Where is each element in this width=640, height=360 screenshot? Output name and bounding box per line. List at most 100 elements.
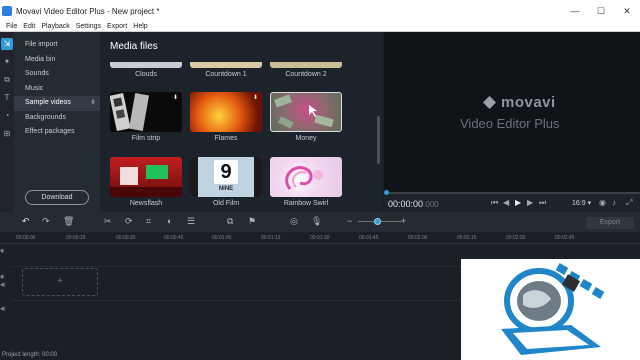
media-scrollbar[interactable] (377, 116, 380, 164)
brand-name: movavi (501, 94, 556, 111)
clip-properties-icon[interactable]: ☰ (187, 216, 195, 227)
film-strip-thumbnail[interactable]: ⬇ (110, 92, 182, 132)
menu-file[interactable]: File (6, 23, 17, 30)
ruler-tick: 00:02:00 (408, 235, 428, 241)
close-icon[interactable]: ✕ (614, 6, 640, 17)
maximize-icon[interactable]: ☐ (588, 6, 614, 17)
watermark-logo (461, 259, 640, 360)
ruler-tick: 00:01:45 (359, 235, 379, 241)
add-media-dropzone[interactable]: + (22, 268, 98, 296)
preview-panel: movavi Video Editor Plus (384, 32, 640, 192)
skip-end-icon[interactable]: ⏭ (539, 198, 546, 208)
microphone-icon[interactable]: 🎙 (311, 216, 322, 227)
color-adjust-icon[interactable]: ◐ (167, 216, 172, 226)
marker-icon[interactable]: ⚑ (248, 216, 256, 227)
menu-settings[interactable]: Settings (76, 23, 101, 30)
ruler-tick: 00:01:15 (261, 235, 281, 241)
movavi-logo: movavi (482, 94, 556, 111)
product-name: Video Editor Plus (460, 116, 560, 131)
skip-start-icon[interactable]: ⏮ (491, 198, 498, 208)
old-film-caption: NINE (218, 186, 234, 192)
timecode-main: 00:00:00 (388, 199, 424, 209)
timecode: 00:00:00.000 (388, 199, 439, 209)
menu-bar: File Edit Playback Settings Export Help (0, 22, 640, 32)
play-icon[interactable]: ▶ (515, 198, 521, 207)
movavi-logo-icon (482, 95, 497, 109)
sidebar-item-sample-videos[interactable]: Sample videos (14, 96, 100, 111)
import-tool-icon[interactable]: ⇲ (1, 38, 13, 50)
sidebar-item-music[interactable]: Music (14, 82, 100, 97)
timecode-ms: .000 (423, 200, 439, 209)
record-voice-icon[interactable]: ◎ (290, 216, 298, 227)
menu-export[interactable]: Export (107, 23, 127, 30)
timeline-ruler[interactable]: 00:00:00 00:00:15 00:00:30 00:00:45 00:0… (0, 232, 640, 244)
menu-edit[interactable]: Edit (23, 23, 35, 30)
app-window: Movavi Video Editor Plus - New project *… (0, 0, 640, 360)
zoom-out-icon[interactable]: − (347, 216, 352, 226)
download-icon[interactable]: ⬇ (253, 94, 258, 101)
satellite-globe-logo (501, 263, 605, 355)
flames-thumbnail[interactable]: ⬇ (190, 92, 262, 132)
sidebar-item-file-import[interactable]: File import (14, 38, 100, 53)
video-track-eye-icon[interactable]: ◉ (0, 274, 12, 280)
step-forward-icon[interactable]: ▶ (527, 198, 533, 207)
volume-icon[interactable]: ♪ (612, 198, 616, 207)
money-label: Money (295, 135, 317, 142)
video-track-mute-icon[interactable]: ◀) (0, 282, 12, 288)
transition-wizard-icon[interactable]: ⧉ (227, 216, 233, 227)
title-track-eye-icon[interactable]: ◉ (0, 248, 12, 254)
rainbow-swirl-thumbnail[interactable] (270, 157, 342, 197)
playhead-knob[interactable] (384, 190, 389, 195)
filters-tool-icon[interactable]: ✦ (1, 56, 13, 68)
old-film-thumbnail[interactable]: 9 NINE (190, 157, 262, 197)
sidebar-item-media-bin[interactable]: Media bin (14, 53, 100, 68)
audio-track-mute-icon[interactable]: ◀) (0, 306, 12, 312)
delete-icon[interactable]: 🗑 (63, 216, 74, 227)
stickers-tool-icon[interactable]: ◔ (1, 110, 13, 122)
download-icon[interactable]: ⬇ (173, 94, 178, 101)
export-button[interactable]: Export (586, 217, 634, 229)
money-art (274, 94, 334, 129)
window-title: Movavi Video Editor Plus - New project * (16, 6, 160, 16)
newsflash-thumbnail[interactable] (110, 157, 182, 197)
countdown-2-thumbnail[interactable] (270, 62, 342, 68)
minimize-icon[interactable]: — (562, 6, 588, 16)
playback-progress[interactable] (384, 190, 640, 195)
zoom-slider-knob[interactable] (374, 218, 381, 225)
ruler-tick: 00:01:30 (310, 235, 330, 241)
titles-tool-icon[interactable]: T (1, 92, 13, 104)
countdown-1-thumbnail[interactable] (190, 62, 262, 68)
ruler-tick: 00:00:45 (164, 235, 184, 241)
transitions-tool-icon[interactable]: ⧉ (1, 74, 13, 86)
zoom-in-icon[interactable]: + (401, 216, 406, 226)
undo-icon[interactable]: ↶ (22, 216, 30, 227)
ruler-tick: 00:01:00 (212, 235, 232, 241)
cut-icon[interactable]: ✂ (104, 216, 112, 227)
flames-label: Flames (214, 135, 238, 142)
sidebar-item-sounds[interactable]: Sounds (14, 67, 100, 82)
ruler-tick: 00:02:15 (457, 235, 477, 241)
more-tools-icon[interactable]: ⊞ (1, 128, 13, 140)
step-back-icon[interactable]: ◀ (503, 198, 509, 207)
download-button[interactable]: Download (25, 190, 89, 205)
crop-icon[interactable]: ⌗ (146, 216, 151, 227)
ruler-tick: 00:00:30 (116, 235, 136, 241)
sidebar-item-effect-packages[interactable]: Effect packages (14, 125, 100, 140)
redo-icon[interactable]: ↷ (42, 216, 50, 227)
menu-help[interactable]: Help (133, 23, 147, 30)
title-bar: Movavi Video Editor Plus - New project *… (0, 0, 640, 22)
film-strip-art (110, 92, 150, 132)
newsflash-label: Newsflash (129, 200, 163, 207)
aspect-ratio-select[interactable]: 16:9 ▾ (572, 199, 591, 207)
fullscreen-icon[interactable]: ⤢ (626, 198, 632, 208)
money-thumbnail[interactable] (270, 92, 342, 132)
rotate-icon[interactable]: ⟳ (125, 216, 133, 227)
menu-playback[interactable]: Playback (41, 23, 69, 30)
film-strip-label: Film strip (131, 135, 161, 142)
countdown-2-label: Countdown 2 (285, 71, 327, 78)
ruler-tick: 00:00:15 (66, 235, 86, 241)
clouds-thumbnail[interactable] (110, 62, 182, 68)
sidebar-item-backgrounds[interactable]: Backgrounds (14, 111, 100, 126)
tool-strip: ⇲ ✦ ⧉ T ◔ ⊞ (0, 32, 14, 212)
snapshot-icon[interactable]: ◉ (599, 198, 606, 207)
